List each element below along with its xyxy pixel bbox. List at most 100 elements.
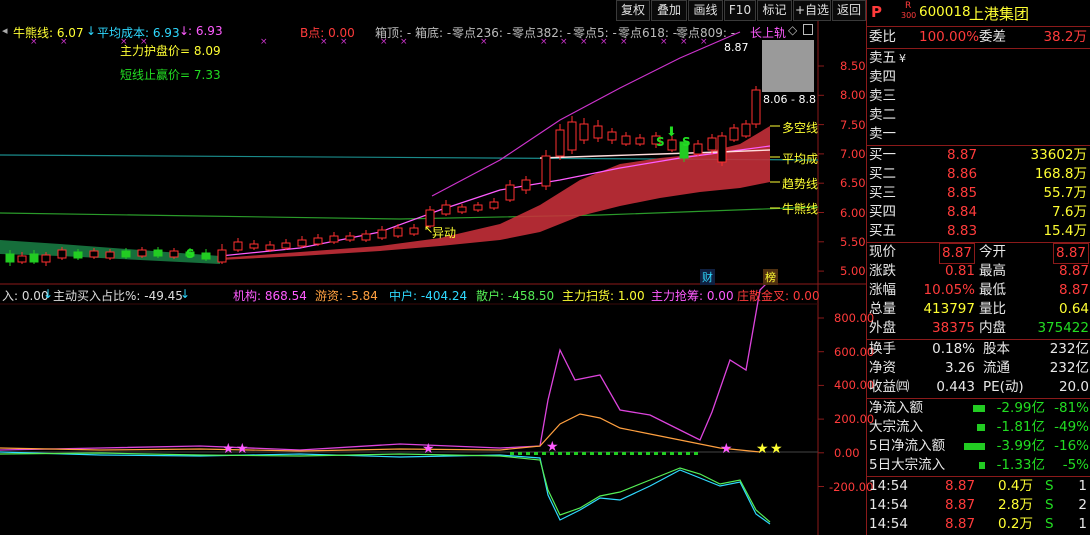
candle-body[interactable] bbox=[621, 135, 631, 145]
candle-body[interactable] bbox=[593, 125, 603, 139]
mid-investor-line bbox=[0, 451, 771, 525]
flow-label: 净流入额 bbox=[869, 400, 923, 416]
stat-label: 外盘 bbox=[869, 320, 896, 336]
candle-body[interactable] bbox=[73, 251, 83, 259]
candle-body[interactable] bbox=[361, 233, 371, 241]
buy-level-row[interactable]: 买一 8.87 33602万 bbox=[867, 146, 1090, 165]
candle-body[interactable] bbox=[5, 253, 15, 263]
candle-body[interactable] bbox=[693, 143, 703, 155]
flow-value: -2.99亿 bbox=[996, 400, 1045, 416]
add-favorite-button[interactable]: +自选 bbox=[793, 0, 831, 21]
financial-event-marker[interactable]: 财 bbox=[700, 269, 715, 285]
candle-body[interactable] bbox=[707, 137, 717, 151]
x-marker-icon: × bbox=[60, 37, 68, 47]
sell-level-row[interactable]: 卖三 bbox=[867, 87, 1090, 106]
weicha-label: 委差 bbox=[979, 29, 1006, 45]
retail-line bbox=[0, 452, 771, 523]
buy-level-row[interactable]: 买四 8.84 7.6万 bbox=[867, 203, 1090, 222]
candle-body[interactable] bbox=[329, 235, 339, 243]
candle-body[interactable] bbox=[441, 204, 451, 215]
buy-level-row[interactable]: 买三 8.85 55.7万 bbox=[867, 184, 1090, 203]
candle-body[interactable] bbox=[741, 123, 751, 137]
candle-body[interactable] bbox=[409, 227, 419, 235]
candle-body[interactable] bbox=[579, 123, 589, 141]
stock-subbadge-top: R bbox=[905, 1, 912, 11]
candle-body[interactable] bbox=[41, 254, 51, 263]
candle-body[interactable] bbox=[297, 239, 307, 247]
candle-body[interactable] bbox=[201, 252, 211, 260]
f10-button[interactable]: F10 bbox=[724, 0, 756, 21]
sell-level-label: 卖四 bbox=[869, 69, 896, 85]
price-range-label: 8.06 - 8.8 bbox=[763, 93, 816, 106]
price-zone-block bbox=[762, 40, 814, 92]
sell-level-row[interactable]: 卖四 bbox=[867, 68, 1090, 87]
candle-body[interactable] bbox=[717, 135, 727, 163]
tick-side: S bbox=[1045, 478, 1054, 494]
candle-body[interactable] bbox=[541, 155, 551, 187]
x-marker-icon: × bbox=[680, 37, 688, 47]
sell-level-row[interactable]: 卖一 bbox=[867, 125, 1090, 144]
stat-value: 0.81 bbox=[944, 263, 975, 279]
quote-stat-row: 外盘 38375 内盘 375422 bbox=[867, 319, 1090, 338]
candle-body[interactable] bbox=[57, 249, 67, 259]
candle-body[interactable] bbox=[345, 235, 355, 241]
candle-body[interactable] bbox=[667, 139, 677, 151]
ranking-event-marker[interactable]: 榜 bbox=[763, 269, 778, 285]
candle-body[interactable] bbox=[313, 237, 323, 245]
candle-body[interactable] bbox=[607, 131, 617, 141]
back-button[interactable]: 返回 bbox=[832, 0, 866, 21]
candle-body[interactable] bbox=[555, 129, 565, 157]
stat-label: 涨跌 bbox=[869, 263, 896, 279]
draw-line-button[interactable]: 画线 bbox=[688, 0, 723, 21]
kline-chart[interactable]: × × × × × × × × × × × × × × × × × ×SSS⬇↖ ★ ★ ★ ★ ★ ★ ★ bbox=[0, 21, 866, 535]
price-axis-label: 5.00 bbox=[840, 264, 866, 279]
weibi-value: 100.00% bbox=[919, 29, 980, 45]
flow-bar-mark bbox=[590, 452, 594, 455]
overlay-button[interactable]: 叠加 bbox=[651, 0, 687, 21]
candle-body[interactable] bbox=[567, 121, 577, 151]
stat-label: 量比 bbox=[979, 301, 1006, 317]
candle-body[interactable] bbox=[249, 243, 259, 249]
tick-time: 14:54 bbox=[869, 478, 908, 494]
signal-star-icon: ★ bbox=[222, 441, 235, 457]
fundamental-label: PE(动) bbox=[983, 379, 1024, 395]
stock-name: 上港集团 bbox=[969, 5, 1030, 23]
candle-body[interactable] bbox=[217, 249, 227, 263]
candle-body[interactable] bbox=[281, 242, 291, 249]
restore-rights-button[interactable]: 复权 bbox=[616, 0, 650, 21]
buy-level-row[interactable]: 买五 8.83 15.4万 bbox=[867, 222, 1090, 241]
candle-body[interactable] bbox=[169, 250, 179, 258]
candle-body[interactable] bbox=[751, 89, 761, 125]
mark-button[interactable]: 标记 bbox=[757, 0, 792, 21]
candle-body[interactable] bbox=[457, 206, 467, 213]
flow-percent: -49% bbox=[1054, 419, 1089, 435]
candle-body[interactable] bbox=[89, 250, 99, 258]
candle-body[interactable] bbox=[521, 179, 531, 191]
x-marker-icon: × bbox=[540, 37, 548, 47]
stat-value: 0.64 bbox=[1058, 301, 1089, 317]
sell-level-row[interactable]: 卖五 ¥ bbox=[867, 49, 1090, 68]
candle-body[interactable] bbox=[635, 137, 645, 145]
x-marker-icon: × bbox=[30, 37, 38, 47]
x-marker-icon: × bbox=[620, 37, 628, 47]
candle-body[interactable] bbox=[473, 204, 483, 211]
candle-body[interactable] bbox=[729, 127, 739, 141]
candle-body[interactable] bbox=[489, 201, 499, 209]
candle-body[interactable] bbox=[105, 251, 115, 259]
candle-body[interactable] bbox=[17, 255, 27, 263]
candle-body[interactable] bbox=[137, 249, 147, 257]
buy-level-row[interactable]: 买二 8.86 168.8万 bbox=[867, 165, 1090, 184]
candle-body[interactable] bbox=[393, 227, 403, 237]
candle-body[interactable] bbox=[29, 253, 39, 263]
sell-level-row[interactable]: 卖二 bbox=[867, 106, 1090, 125]
candle-body[interactable] bbox=[233, 241, 243, 251]
candle-body[interactable] bbox=[377, 229, 387, 239]
candle-body[interactable] bbox=[121, 250, 131, 258]
quote-panel: P R 300 600018 上港集团 委比 100.00% 委差 38.2万 … bbox=[866, 0, 1090, 535]
candle-body[interactable] bbox=[505, 184, 515, 201]
candle-body[interactable] bbox=[265, 244, 275, 251]
candle-body[interactable] bbox=[153, 249, 163, 257]
signal-star-icon: ★ bbox=[770, 441, 783, 457]
fundamental-value: 20.0 bbox=[1058, 379, 1089, 395]
buy-level-price: 8.83 bbox=[947, 223, 978, 239]
